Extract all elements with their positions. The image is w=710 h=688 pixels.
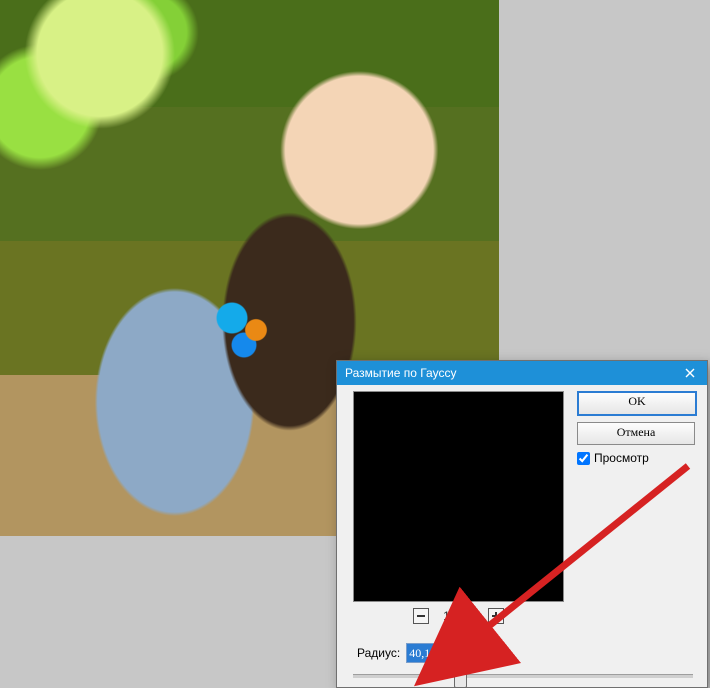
zoom-level: 100% bbox=[443, 609, 474, 623]
dialog-body: 100% OK Отмена Просмотр Радиус: Пикселы bbox=[337, 385, 707, 405]
zoom-bar: 100% bbox=[353, 607, 564, 625]
slider-track bbox=[353, 674, 693, 678]
dialog-title: Размытие по Гауссу bbox=[345, 366, 673, 380]
gaussian-blur-dialog: Размытие по Гауссу 100% OK Отмена Просмо… bbox=[336, 360, 708, 688]
photo-detail bbox=[214, 300, 274, 360]
close-button[interactable] bbox=[673, 361, 707, 385]
slider-thumb[interactable] bbox=[454, 668, 467, 688]
radius-input[interactable] bbox=[406, 643, 456, 663]
preview-thumbnail[interactable] bbox=[353, 391, 564, 602]
radius-label: Радиус: bbox=[357, 646, 400, 660]
radius-row: Радиус: Пикселы bbox=[357, 643, 511, 663]
dialog-button-column: OK Отмена Просмотр bbox=[577, 391, 693, 465]
dialog-titlebar[interactable]: Размытие по Гауссу bbox=[337, 361, 707, 385]
close-icon bbox=[685, 368, 695, 378]
preview-checkbox-label: Просмотр bbox=[594, 451, 649, 465]
radius-slider[interactable] bbox=[353, 667, 693, 683]
ok-button[interactable]: OK bbox=[577, 391, 697, 416]
plus-icon-v bbox=[495, 612, 497, 620]
preview-checkbox[interactable] bbox=[577, 452, 590, 465]
radius-unit: Пикселы bbox=[462, 646, 511, 660]
zoom-in-button[interactable] bbox=[488, 608, 504, 624]
cancel-button[interactable]: Отмена bbox=[577, 422, 695, 445]
preview-checkbox-row[interactable]: Просмотр bbox=[577, 451, 693, 465]
zoom-out-button[interactable] bbox=[413, 608, 429, 624]
minus-icon bbox=[417, 615, 425, 617]
